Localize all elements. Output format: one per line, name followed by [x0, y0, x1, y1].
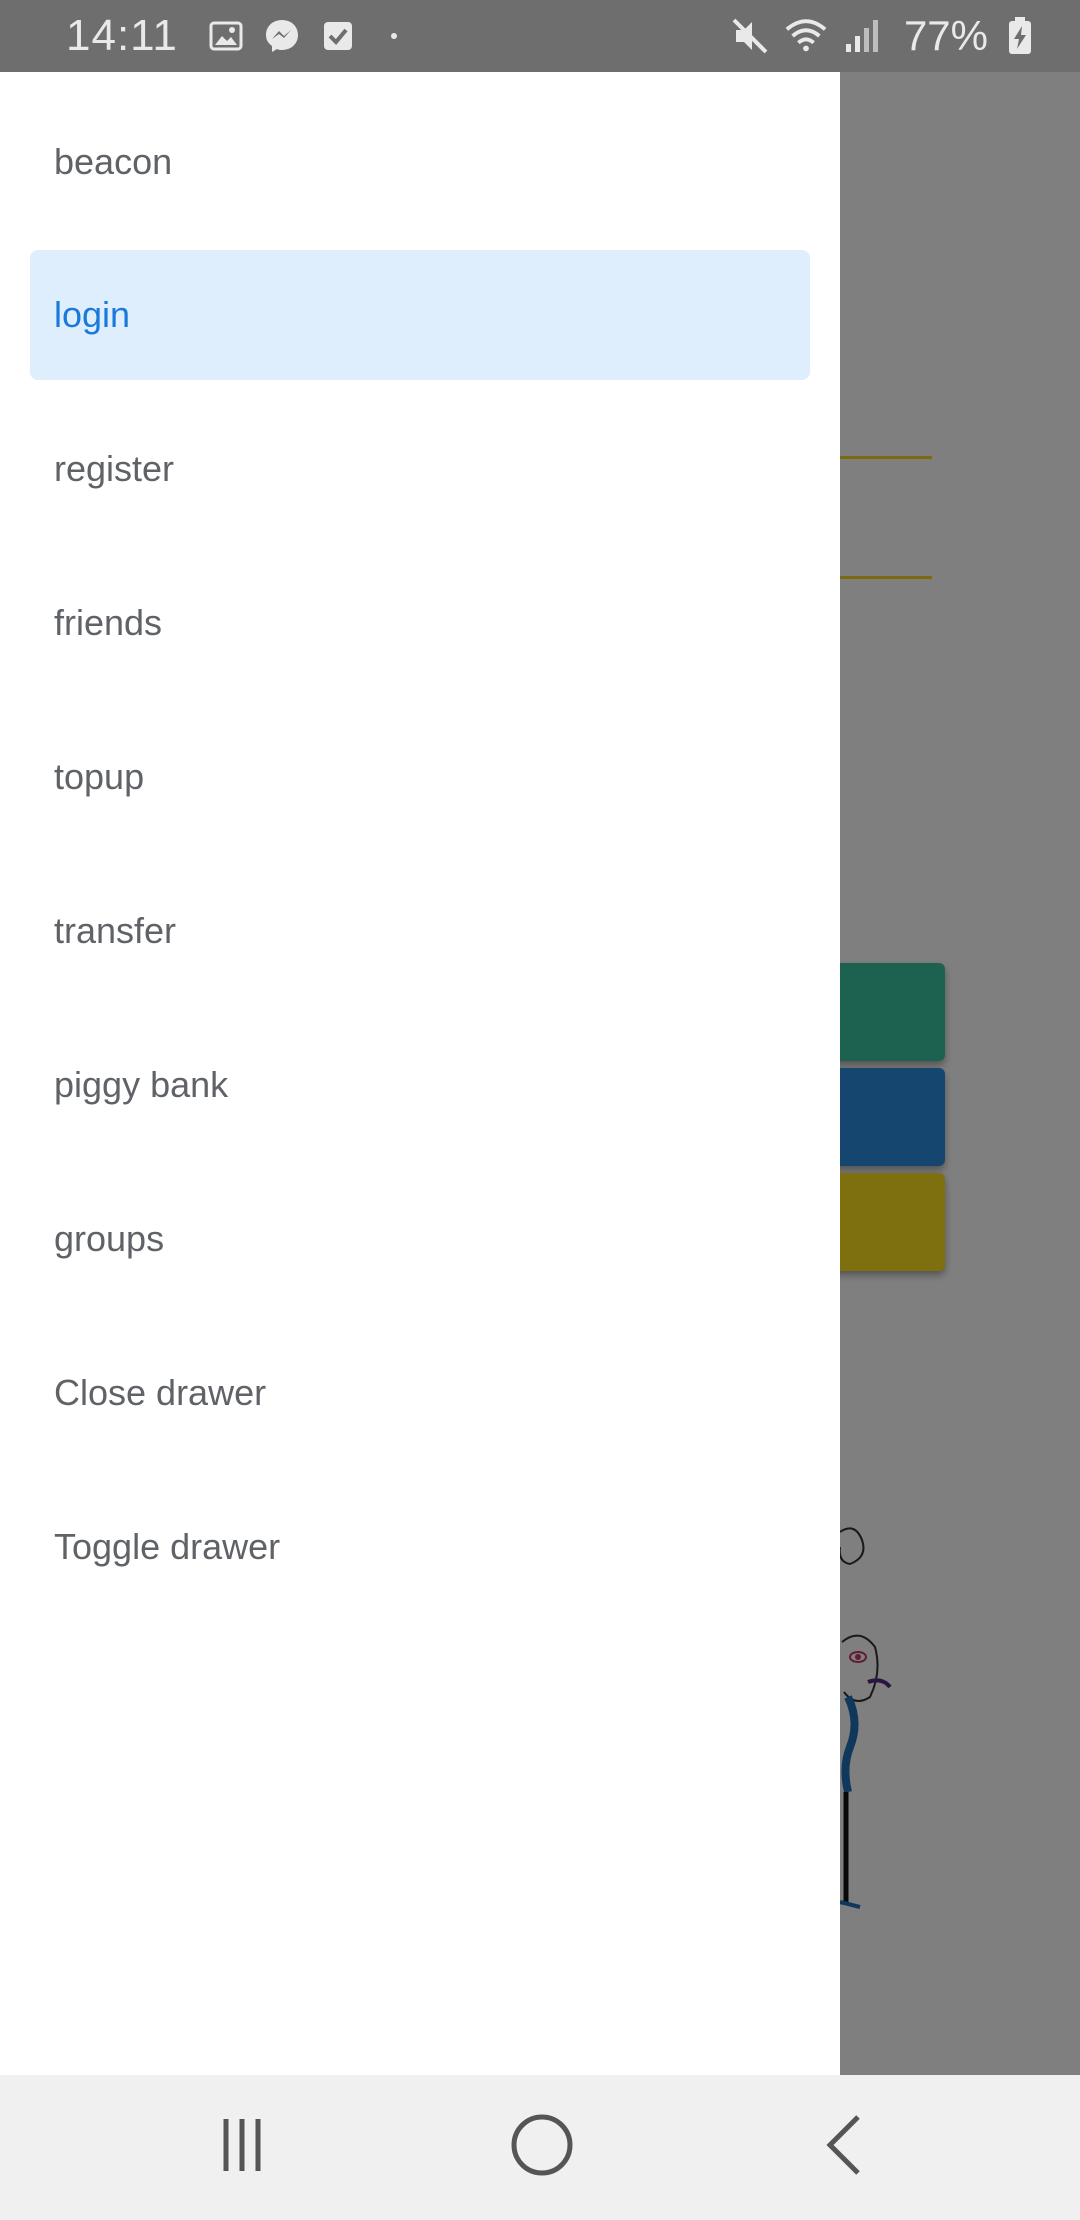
drawer-item-close-drawer[interactable]: Close drawer	[30, 1328, 810, 1458]
drawer-item-register[interactable]: register	[30, 404, 810, 534]
drawer-item-toggle-drawer[interactable]: Toggle drawer	[30, 1482, 810, 1612]
drawer-item-groups[interactable]: groups	[30, 1174, 810, 1304]
battery-percent: 77%	[903, 12, 988, 59]
drawer-item-label: groups	[54, 1218, 165, 1259]
drawer-item-transfer[interactable]: transfer	[30, 866, 810, 996]
signal-icon	[840, 14, 884, 58]
system-nav-bar	[0, 2075, 1080, 2220]
drawer-item-label: transfer	[54, 910, 177, 951]
home-button[interactable]	[462, 2075, 622, 2220]
messenger-icon	[260, 14, 304, 58]
drawer-item-label: beacon	[54, 141, 173, 182]
drawer-item-label: register	[54, 448, 175, 489]
dot-icon	[372, 14, 416, 58]
status-bar: 14:11 77%	[0, 0, 1080, 72]
drawer-item-label: Close drawer	[54, 1372, 267, 1413]
recent-apps-button[interactable]	[162, 2075, 322, 2220]
back-icon	[822, 2113, 866, 2182]
drawer-item-friends[interactable]: friends	[30, 558, 810, 688]
drawer-item-login[interactable]: login	[30, 250, 810, 380]
drawer-item-label: friends	[54, 602, 163, 643]
image-icon	[204, 14, 248, 58]
navigation-drawer: beacon login register friends topup tran…	[0, 72, 840, 2075]
battery-charging-icon	[998, 14, 1042, 58]
back-button[interactable]	[764, 2075, 924, 2220]
drawer-item-label: Toggle drawer	[54, 1526, 281, 1567]
drawer-item-label: piggy bank	[54, 1064, 229, 1105]
mute-icon	[728, 14, 772, 58]
home-icon	[510, 2113, 574, 2182]
recent-apps-icon	[212, 2115, 272, 2180]
wifi-icon	[784, 14, 828, 58]
drawer-item-beacon[interactable]: beacon	[30, 97, 810, 227]
status-time: 14:11	[66, 11, 178, 60]
drawer-item-topup[interactable]: topup	[30, 712, 810, 842]
drawer-item-label: login	[54, 294, 131, 335]
drawer-item-label: topup	[54, 756, 145, 797]
screen: 14:11 77% beacon login register friends …	[0, 0, 1080, 2220]
drawer-item-piggy-bank[interactable]: piggy bank	[30, 1020, 810, 1150]
checkbox-icon	[316, 14, 360, 58]
